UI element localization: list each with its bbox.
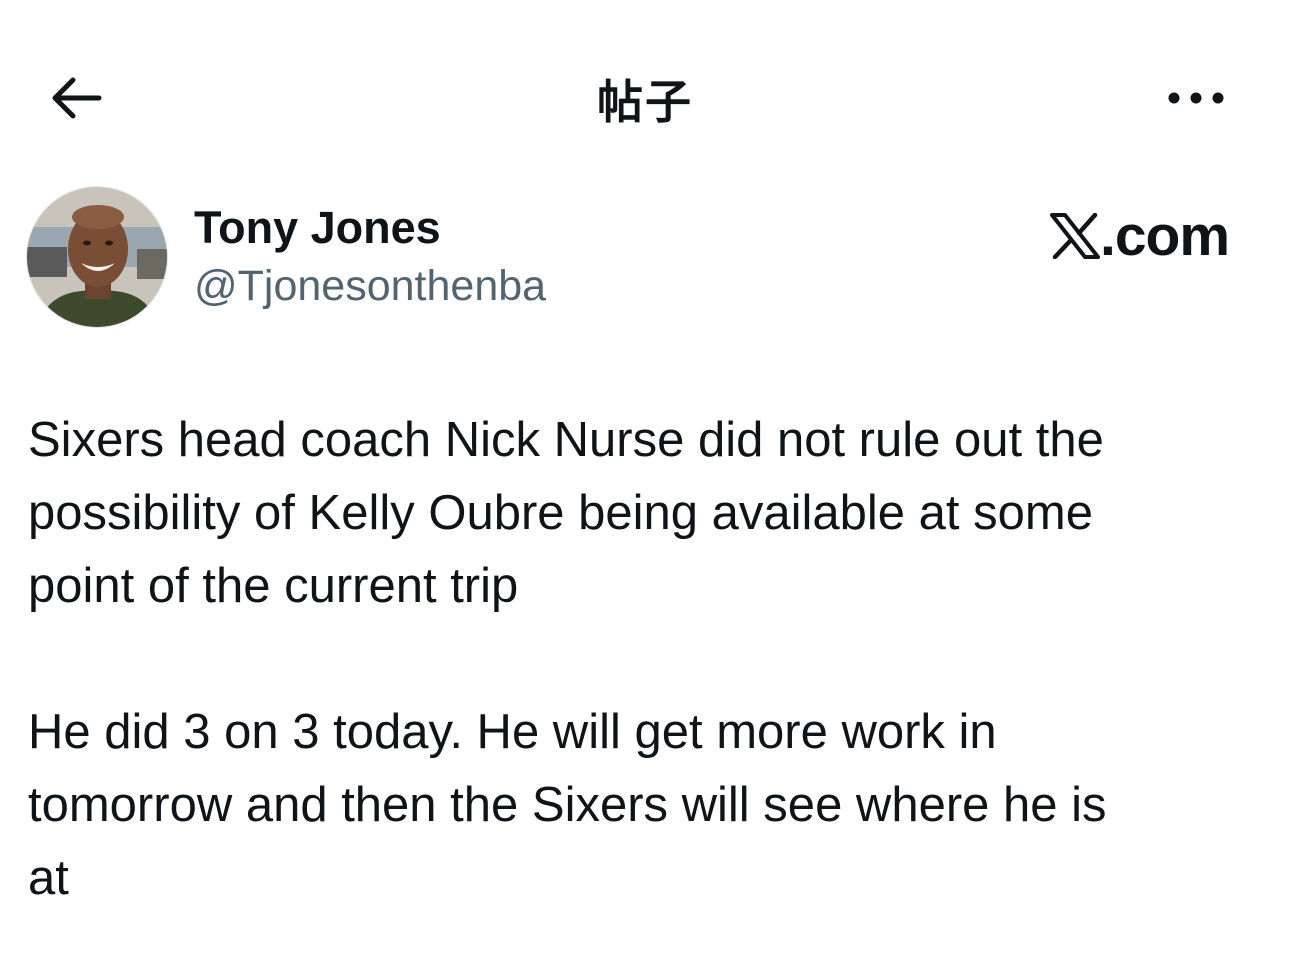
tweet-text: Sixers head coach Nick Nurse did not rul… <box>28 404 1268 915</box>
top-bar: 帖子 <box>0 0 1290 180</box>
tweet-paragraph: He did 3 on 3 today. He will get more wo… <box>28 705 1107 905</box>
author-display-name[interactable]: Tony Jones <box>194 200 546 256</box>
x-com-logo: .com <box>1050 204 1230 268</box>
avatar[interactable] <box>26 186 168 328</box>
post-page: 帖子 Tony Jones @Tjonesonthenba .com Sixer… <box>0 0 1290 976</box>
author-names: Tony Jones @Tjonesonthenba <box>194 200 546 316</box>
author-handle[interactable]: @Tjonesonthenba <box>194 256 546 316</box>
tweet-paragraph: Sixers head coach Nick Nurse did not rul… <box>28 413 1104 613</box>
x-logo-icon <box>1050 213 1100 259</box>
page-title: 帖子 <box>597 75 693 129</box>
avatar-photo <box>27 187 167 327</box>
brand-suffix: .com <box>1100 204 1230 268</box>
more-horizontal-icon <box>1168 92 1224 104</box>
more-options-button[interactable] <box>1158 76 1234 120</box>
author-row: Tony Jones @Tjonesonthenba .com <box>0 180 1290 340</box>
